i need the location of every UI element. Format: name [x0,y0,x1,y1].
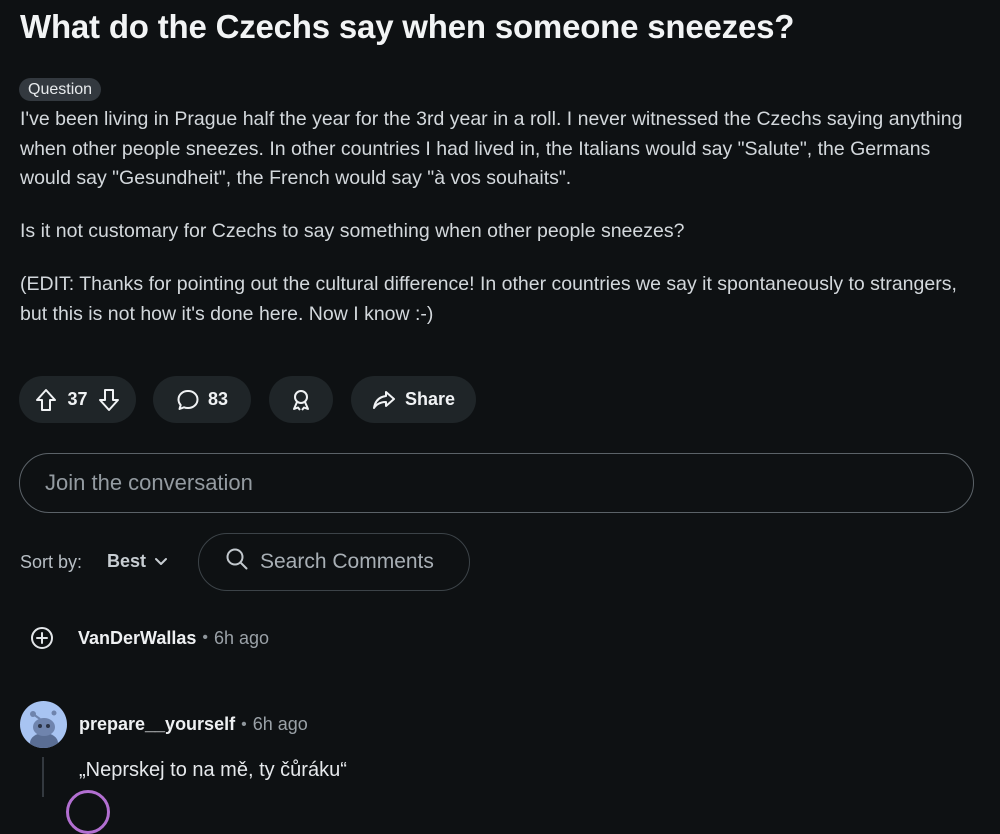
upvote-icon[interactable] [35,388,57,412]
join-placeholder: Join the conversation [45,470,253,495]
comment-icon [176,388,200,412]
separator-dot: • [202,629,208,646]
chevron-down-icon [154,551,168,572]
thread-line[interactable] [42,757,44,797]
post-title: What do the Czechs say when someone snee… [20,8,795,45]
comment-time: 6h ago [214,627,270,648]
comment-body: „Neprskej to na mě, ty čůráku“ [79,759,347,781]
join-conversation-input[interactable]: Join the conversation [19,453,974,513]
share-label: Share [404,389,456,409]
comment-count: 83 [207,389,229,409]
downvote-icon[interactable] [98,388,120,412]
vote-count: 37 [67,389,88,409]
sort-dropdown[interactable]: Best [107,551,168,572]
separator-dot: • [241,715,247,733]
search-placeholder: Search Comments [260,550,434,573]
post-body-paragraph: (EDIT: Thanks for pointing out the cultu… [20,273,957,325]
avatar[interactable] [20,701,67,748]
collapsed-comment: VanDerWallas • 6h ago [31,627,269,649]
post-body-paragraph: I've been living in Prague half the year… [20,108,963,190]
search-icon [225,547,249,577]
share-button[interactable]: Share [351,376,476,423]
search-comments-input[interactable]: Search Comments [198,533,470,591]
award-icon [289,388,313,412]
sort-value: Best [107,551,147,571]
comment-header: prepare__yourself • 6h ago [20,701,308,748]
share-icon [372,389,396,411]
comment-author[interactable]: VanDerWallas [78,628,196,649]
vote-bar: 37 [19,376,136,423]
sort-label: Sort by: [20,552,83,572]
post-body-paragraph: Is it not customary for Czechs to say so… [20,220,685,242]
award-button[interactable] [269,376,333,423]
comment-author[interactable]: prepare__yourself [79,714,235,735]
comment-time: 6h ago [252,714,308,734]
comments-button[interactable]: 83 [153,376,251,423]
expand-icon[interactable] [31,627,53,649]
post-flair[interactable]: Question [19,78,102,101]
